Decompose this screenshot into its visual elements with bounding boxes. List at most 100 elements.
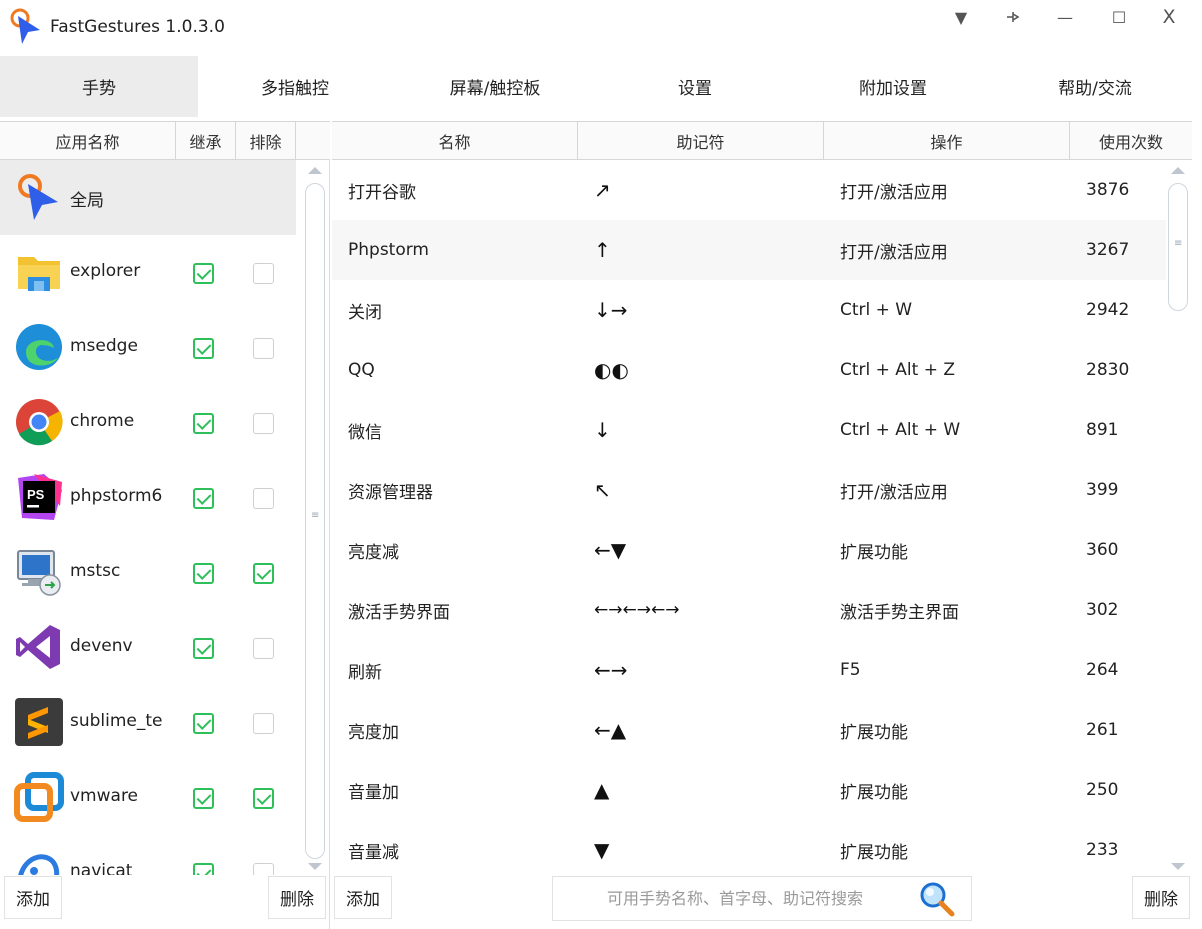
inherit-checkbox[interactable] — [193, 263, 214, 284]
header-mnemonic[interactable]: 助记符 — [578, 122, 824, 160]
header-exclude[interactable]: 排除 — [236, 122, 296, 160]
gesture-count: 264 — [1086, 660, 1119, 680]
scroll-thumb[interactable]: ≡ — [1168, 183, 1188, 311]
gesture-count: 2830 — [1086, 360, 1130, 380]
table-row[interactable]: 关闭 ↓→ Ctrl + W 2942 — [332, 280, 1166, 340]
gesture-list-scrollbar[interactable]: ≡ — [1166, 161, 1190, 875]
table-row[interactable]: 打开谷歌 ↗ 打开/激活应用 3876 — [332, 160, 1166, 220]
inherit-checkbox[interactable] — [193, 863, 214, 875]
app-title: FastGestures 1.0.3.0 — [50, 17, 225, 37]
gesture-list-header: 名称 助记符 操作 使用次数 — [332, 121, 1192, 160]
app-list-scrollbar[interactable]: ≡ — [303, 161, 327, 875]
minimize-icon[interactable]: — — [1048, 6, 1082, 28]
gesture-mnemonic: ◐◐ — [594, 358, 629, 382]
table-row[interactable]: 亮度减 ←▼ 扩展功能 360 — [332, 520, 1166, 580]
svg-text:PS: PS — [27, 487, 45, 502]
gesture-count: 360 — [1086, 540, 1119, 560]
list-item[interactable]: devenv — [0, 610, 296, 685]
gesture-action: Ctrl + W — [840, 300, 913, 320]
gesture-mnemonic: ←→←→←→ — [594, 600, 680, 620]
list-item[interactable]: msedge — [0, 310, 296, 385]
app-name: explorer — [70, 261, 141, 281]
table-row[interactable]: 资源管理器 ↖ 打开/激活应用 399 — [332, 460, 1166, 520]
exclude-checkbox[interactable] — [253, 638, 274, 659]
table-row[interactable]: 音量减 ▼ 扩展功能 233 — [332, 820, 1166, 875]
gesture-name: 微信 — [348, 422, 382, 443]
search-box — [552, 876, 972, 921]
scroll-up-icon[interactable] — [1171, 167, 1185, 174]
exclude-checkbox[interactable] — [253, 263, 274, 284]
gesture-name: Phpstorm — [348, 240, 429, 260]
list-item[interactable]: chrome — [0, 385, 296, 460]
tab-help[interactable]: 帮助/交流 — [996, 56, 1194, 117]
pin-icon[interactable] — [996, 6, 1030, 28]
inherit-checkbox[interactable] — [193, 338, 214, 359]
gesture-action: F5 — [840, 660, 861, 680]
gesture-action: 打开/激活应用 — [840, 182, 948, 203]
scroll-thumb[interactable]: ≡ — [305, 183, 325, 859]
list-item[interactable]: sublime_text — [0, 685, 296, 760]
exclude-checkbox[interactable] — [253, 338, 274, 359]
table-row[interactable]: 亮度加 ←▲ 扩展功能 261 — [332, 700, 1166, 760]
list-item[interactable]: mstsc — [0, 535, 296, 610]
list-item[interactable]: explorer — [0, 235, 296, 310]
exclude-checkbox[interactable] — [253, 563, 274, 584]
add-app-button[interactable]: 添加 — [4, 876, 62, 919]
scroll-up-icon[interactable] — [308, 167, 322, 174]
delete-app-button[interactable]: 删除 — [268, 876, 326, 919]
table-row[interactable]: Phpstorm ↑ 打开/激活应用 3267 — [332, 220, 1166, 280]
header-app-name[interactable]: 应用名称 — [0, 122, 176, 160]
exclude-checkbox[interactable] — [253, 488, 274, 509]
table-row[interactable]: 微信 ↓ Ctrl + Alt + W 891 — [332, 400, 1166, 460]
inherit-checkbox[interactable] — [193, 713, 214, 734]
header-usage-count[interactable]: 使用次数 — [1070, 122, 1192, 160]
list-item[interactable]: navicat — [0, 835, 296, 875]
scroll-down-icon[interactable] — [308, 863, 322, 870]
exclude-checkbox[interactable] — [253, 863, 274, 875]
exclude-checkbox[interactable] — [253, 413, 274, 434]
dropdown-icon[interactable]: ▼ — [944, 6, 978, 28]
visual-studio-icon — [16, 625, 60, 669]
delete-gesture-button[interactable]: 删除 — [1132, 876, 1190, 919]
table-row[interactable]: 音量加 ▲ 扩展功能 250 — [332, 760, 1166, 820]
header-action[interactable]: 操作 — [824, 122, 1070, 160]
gesture-count: 261 — [1086, 720, 1119, 740]
list-item[interactable]: 全局 — [0, 160, 296, 235]
inherit-checkbox[interactable] — [193, 413, 214, 434]
inherit-checkbox[interactable] — [193, 788, 214, 809]
scroll-down-icon[interactable] — [1171, 863, 1185, 870]
list-item[interactable]: PS phpstorm6 — [0, 460, 296, 535]
app-name: vmware — [70, 786, 139, 806]
table-row[interactable]: 激活手势界面 ←→←→←→ 激活手势主界面 302 — [332, 580, 1166, 640]
table-row[interactable]: QQ ◐◐ Ctrl + Alt + Z 2830 — [332, 340, 1166, 400]
tab-gestures[interactable]: 手势 — [0, 56, 198, 117]
header-gesture-name[interactable]: 名称 — [332, 122, 578, 160]
app-name: 全局 — [70, 191, 104, 211]
edge-icon — [16, 324, 62, 370]
close-icon[interactable]: X — [1152, 6, 1186, 28]
header-inherit[interactable]: 继承 — [176, 122, 236, 160]
tab-extra-settings[interactable]: 附加设置 — [794, 56, 992, 117]
gesture-name: 亮度减 — [348, 542, 399, 563]
gesture-count: 233 — [1086, 840, 1119, 860]
tab-multitouch[interactable]: 多指触控 — [196, 56, 394, 117]
inherit-checkbox[interactable] — [193, 488, 214, 509]
tab-screen-touchpad[interactable]: 屏幕/触控板 — [396, 56, 594, 117]
tab-settings[interactable]: 设置 — [596, 56, 794, 117]
exclude-checkbox[interactable] — [253, 788, 274, 809]
list-item[interactable]: vmware — [0, 760, 296, 835]
search-icon[interactable] — [919, 881, 955, 917]
sublime-icon — [15, 698, 63, 746]
gesture-count: 3267 — [1086, 240, 1130, 260]
table-row[interactable]: 刷新 ←→ F5 264 — [332, 640, 1166, 700]
search-input[interactable] — [565, 877, 905, 920]
maximize-icon[interactable]: ☐ — [1102, 6, 1136, 28]
inherit-checkbox[interactable] — [193, 563, 214, 584]
inherit-checkbox[interactable] — [193, 638, 214, 659]
exclude-checkbox[interactable] — [253, 713, 274, 734]
chrome-icon — [16, 399, 63, 446]
add-gesture-button[interactable]: 添加 — [334, 876, 392, 919]
app-name: chrome — [70, 411, 135, 431]
gesture-count: 302 — [1086, 600, 1119, 620]
fastgestures-logo-icon — [10, 8, 40, 44]
